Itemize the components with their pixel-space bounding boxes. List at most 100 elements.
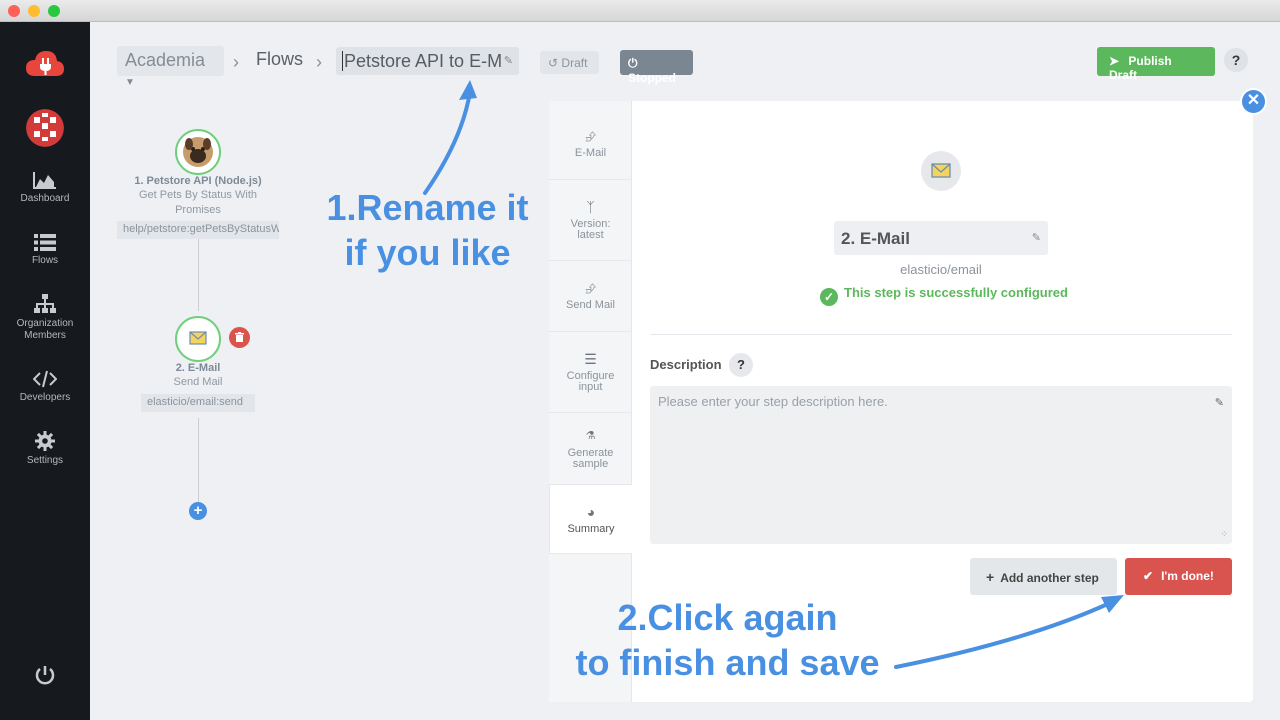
sidebar-item-label: Developers [19,392,71,403]
annotation-finish: 2.Click again to finish and save [560,595,895,685]
chevron-right-icon: › [233,52,239,72]
add-step-label: Add another step [1000,571,1099,585]
dashboard-gauge-icon: ◕ [586,504,596,520]
step-name-value: 2. E-Mail [841,229,910,248]
chevron-right-icon: › [316,52,322,72]
caret-down-icon: ▼ [125,77,135,88]
workspace-dropdown[interactable]: Academia ▼ [117,46,224,88]
window-minimize-button[interactable] [28,5,40,17]
pencil-icon[interactable]: ✎ [1215,396,1224,409]
email-icon [921,151,961,191]
step-name-input[interactable]: 2. E-Mail ✎ [834,221,1048,255]
sidebar-item-label: Flows [31,255,59,266]
stopped-status-button[interactable]: ⏻ Stopped [620,50,693,85]
im-done-button[interactable]: ✔ I'm done! [1125,558,1232,595]
avatar[interactable] [26,109,64,147]
sidebar-item-label: Settings [26,455,64,466]
dog-icon [183,137,213,167]
step1-code: help/petstore:getPetsByStatusW [117,221,279,239]
delete-step-button[interactable] [229,327,250,348]
window-titlebar [0,0,1280,22]
pencil-icon: ✎ [503,55,513,67]
status-message: ✓ This step is successfully configured [820,285,1068,306]
step2-node[interactable] [175,316,221,362]
sidebar-item-organization-members[interactable]: Organization Members [0,294,90,342]
step1-title: 1. Petstore API (Node.js) [134,175,262,187]
step2-subtitle: Send Mail [173,376,223,388]
tab-label: Summary [567,523,615,535]
flask-icon: ⚗ [585,430,596,442]
branch-icon: ᛉ [586,199,595,215]
pencil-icon: ✎ [1031,232,1041,244]
tab-summary[interactable]: ◕ Summary [549,485,632,554]
step2-title: 2. E-Mail [175,362,221,374]
power-small-icon: ⏻ [628,56,638,70]
step2-code: elasticio/email:send [141,394,255,412]
power-icon[interactable] [34,664,56,691]
description-textarea[interactable]: Please enter your step description here.… [650,386,1232,544]
flow-name-input[interactable]: Petstore API to E-M ✎ [336,47,519,75]
sidebar-item-label: Dashboard [20,193,70,204]
draft-label: Draft [561,56,588,70]
annotation-text: to finish and save [575,642,880,683]
area-chart-icon [33,172,56,189]
sitemap-icon [34,294,56,313]
history-icon: ↺ [548,56,559,70]
tab-label: Send Mail [566,299,615,311]
tab-email[interactable]: ⮵ E-Mail [549,109,632,180]
sidebar-item-label: Organization Members [16,318,74,341]
step1-node[interactable] [175,129,221,175]
publish-label: Publish Draft [1109,54,1172,82]
add-another-step-button[interactable]: + Add another step [970,558,1117,595]
email-icon [189,331,207,345]
tab-label: Version: latest [570,218,611,241]
step1-subtitle: Get Pets By Status With Promises [139,189,257,216]
tab-configure-input[interactable]: ☰ Configure input [549,332,632,413]
add-step-plus-button[interactable]: + [189,502,207,520]
paper-plane-icon: ➤ [1109,54,1120,68]
help-button[interactable]: ? [1224,48,1248,72]
connector-line [198,418,199,502]
status-text: This step is successfully configured [844,285,1068,300]
window-maximize-button[interactable] [48,5,60,17]
sidebar-item-settings[interactable]: Settings [0,431,90,467]
window-close-button[interactable] [8,5,20,17]
annotation-rename: 1.Rename it if you like [300,185,555,275]
annotation-text: 1.Rename it [326,187,529,228]
divider [650,334,1232,335]
annotation-text: if you like [344,232,511,273]
tab-generate-sample[interactable]: ⚗ Generate sample [549,413,632,485]
stopped-label: Stopped [628,71,676,85]
trash-icon [235,332,244,342]
tab-send-mail[interactable]: ⮵ Send Mail [549,261,632,332]
check-icon: ✔ [1143,569,1154,583]
sidebar-item-dashboard[interactable]: Dashboard [0,171,90,205]
description-help-button[interactable]: ? [729,353,753,377]
description-label: Description [650,357,722,372]
gear-icon [35,431,55,451]
code-icon [33,370,57,388]
breadcrumb-flows-link[interactable]: Flows [256,49,303,70]
draft-button[interactable]: ↺ Draft [540,51,599,74]
text-cursor [342,51,343,71]
check-circle-icon: ✓ [820,288,838,306]
flow-name-value: Petstore API to E-M [344,51,503,71]
tab-label: E-Mail [574,147,607,159]
sidebar-item-flows[interactable]: Flows [0,234,90,267]
cloud-plug-logo-icon[interactable] [25,48,65,80]
connector-line [198,239,199,311]
annotation-text: 2.Click again [617,597,838,638]
plus-icon: + [986,569,995,585]
tab-version[interactable]: ᛉ Version: latest [549,180,632,261]
close-panel-button[interactable]: ✕ [1240,88,1267,115]
resize-handle[interactable]: ⁘ [1220,529,1228,540]
sidebar-item-developers[interactable]: Developers [0,370,90,404]
description-placeholder: Please enter your step description here. [658,394,888,409]
list-icon [34,234,56,251]
tab-label: Generate sample [567,447,614,470]
bolt-icon: ⮵ [584,128,597,144]
step-component: elasticio/email [900,262,982,277]
publish-draft-button[interactable]: ➤ Publish Draft [1097,47,1215,82]
sidebar: Dashboard Flows Organization Members Dev… [0,22,90,720]
tab-label: Configure input [566,370,615,393]
